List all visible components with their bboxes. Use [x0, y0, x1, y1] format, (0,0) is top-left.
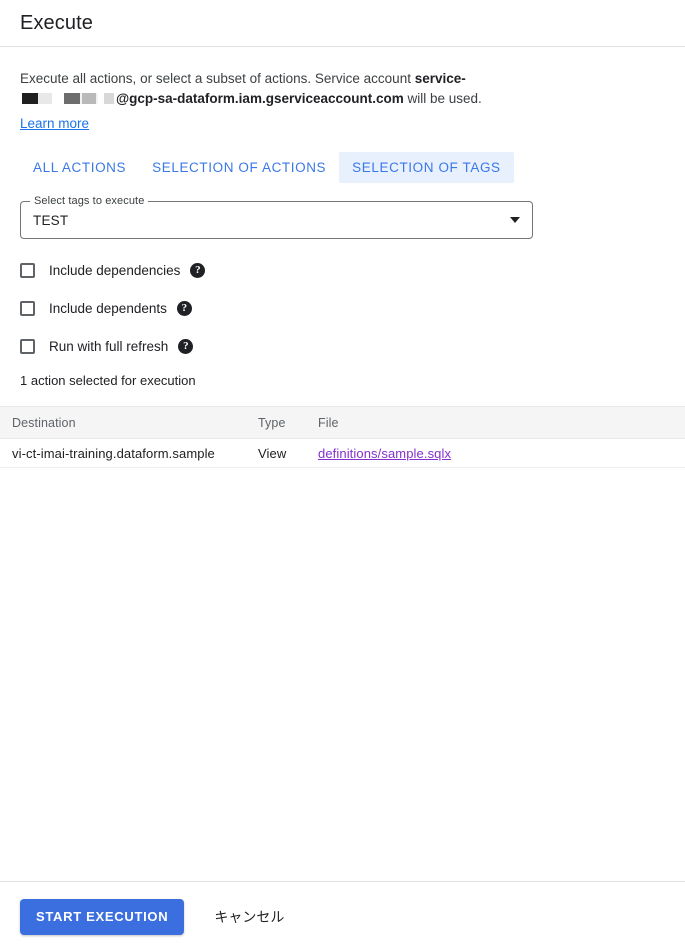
selected-count-text: 1 action selected for execution — [20, 373, 196, 388]
tab-selection-of-tags[interactable]: SELECTION OF TAGS — [339, 151, 514, 183]
checkbox-include-dependencies[interactable] — [20, 262, 35, 278]
tab-selection-of-actions[interactable]: SELECTION OF ACTIONS — [139, 152, 339, 183]
cell-file: definitions/sample.sqlx — [318, 438, 685, 468]
cell-type: View — [258, 438, 318, 468]
select-tags-control[interactable]: Select tags to execute TEST — [20, 195, 533, 239]
dialog-footer: START EXECUTION キャンセル — [0, 881, 685, 951]
table-head: Destination Type File — [0, 406, 685, 439]
checkbox-label-include-dependents: Include dependents — [49, 300, 167, 316]
service-account-prefix: service- — [414, 71, 466, 86]
description-block: Execute all actions, or select a subset … — [0, 47, 510, 134]
cell-destination: vi-ct-imai-training.dataform.sample — [0, 438, 258, 468]
select-tags-field[interactable]: Select tags to execute TEST — [20, 195, 533, 239]
checkbox-row-include-dependencies[interactable]: Include dependencies ? — [20, 259, 250, 281]
select-tags-label: Select tags to execute — [30, 195, 149, 207]
checkbox-label-run-with-full-refresh: Run with full refresh — [49, 338, 169, 354]
table-row: vi-ct-imai-training.dataform.sample View… — [0, 438, 685, 468]
learn-more-link[interactable]: Learn more — [20, 114, 89, 134]
checkbox-label-include-dependencies: Include dependencies — [49, 262, 181, 278]
description-text-2: will be used. — [403, 91, 482, 106]
table-body: vi-ct-imai-training.dataform.sample View… — [0, 438, 685, 468]
help-circle-icon-run-with-full-refresh[interactable]: ? — [178, 338, 194, 354]
options-group: Include dependencies ? Include dependent… — [0, 259, 685, 357]
table-header-type: Type — [258, 415, 286, 430]
table-header-file: File — [318, 415, 339, 430]
checkbox-run-with-full-refresh[interactable] — [20, 338, 35, 354]
help-circle-icon-include-dependents[interactable]: ? — [176, 300, 192, 316]
description-text-1: Execute all actions, or select a subset … — [20, 71, 415, 86]
tab-all-actions[interactable]: ALL ACTIONS — [20, 152, 139, 183]
select-tags-value: TEST — [33, 212, 69, 228]
page-title: Execute — [0, 0, 685, 46]
actions-table: Destination Type File vi-ct-imai-trainin… — [0, 406, 685, 468]
redacted-service-account-id — [20, 92, 116, 104]
checkbox-include-dependents[interactable] — [20, 300, 35, 316]
table-header-destination: Destination — [12, 415, 76, 430]
help-circle-icon-include-dependencies[interactable]: ? — [190, 262, 206, 278]
dialog-title-text: Execute — [20, 11, 93, 34]
tab-bar: ALL ACTIONS SELECTION OF ACTIONS SELECTI… — [0, 151, 685, 183]
service-account-domain: @gcp-sa-dataform.iam.gserviceaccount.com — [116, 91, 404, 106]
checkbox-row-include-dependents[interactable]: Include dependents ? — [20, 297, 250, 319]
checkbox-row-run-with-full-refresh[interactable]: Run with full refresh ? — [20, 335, 250, 357]
cancel-button[interactable]: キャンセル — [210, 899, 288, 935]
table-header-row: Destination Type File — [0, 406, 685, 439]
chevron-down-icon[interactable] — [510, 217, 520, 223]
start-execution-button[interactable]: START EXECUTION — [20, 898, 185, 935]
file-link[interactable]: definitions/sample.sqlx — [318, 446, 451, 461]
